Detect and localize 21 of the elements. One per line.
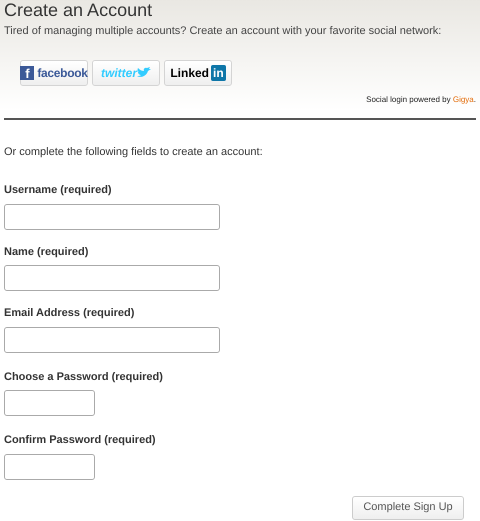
- input-field[interactable]: [4, 326, 220, 352]
- facebook-logo-icon: f: [20, 66, 34, 80]
- period-text: .: [474, 94, 476, 104]
- field-label: Name (required): [4, 244, 90, 260]
- bird-icon: [137, 67, 151, 78]
- in-logo-icon: in: [211, 64, 226, 80]
- powered-by-text: Social login powered by: [366, 94, 452, 106]
- complete-sign-up-button[interactable]: Complete Sign Up: [352, 496, 464, 520]
- subtitle: Tired of managing multiple accounts? Create an account with your favorite social network:: [4, 24, 442, 39]
- field-label: Confirm Password (required): [4, 433, 157, 448]
- social-login-button[interactable]: Linked in: [164, 60, 232, 86]
- field-label: Email Address (required): [4, 306, 136, 321]
- input-field[interactable]: [4, 204, 220, 230]
- page-title: Create an Account: [4, 0, 154, 20]
- input-field[interactable]: [4, 265, 220, 291]
- field-label: Username (required): [4, 183, 113, 198]
- input-field[interactable]: [4, 454, 95, 480]
- input-field[interactable]: [4, 390, 95, 416]
- social-login-button[interactable]: f facebook: [20, 60, 88, 86]
- field-label: Choose a Password (required): [4, 370, 164, 384]
- intro-text: Or complete the following fields to create an account:: [4, 144, 264, 160]
